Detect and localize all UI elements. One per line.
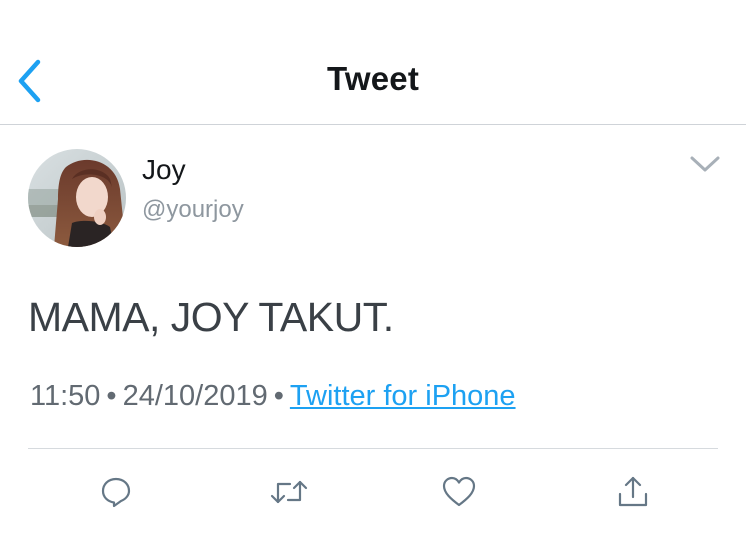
meta-separator: • [273,380,284,412]
tweet-text: MAMA, JOY TAKUT. [28,294,394,340]
divider [28,448,718,449]
nav-header: Tweet [0,0,746,125]
comment-icon [101,477,131,508]
chevron-down-icon [690,156,720,172]
like-button[interactable] [437,470,481,514]
avatar-photo [28,149,126,247]
tweet-meta: 11:50 • 24/10/2019 • Twitter for iPhone [30,380,516,413]
tweet-date: 24/10/2019 [122,380,268,412]
tweet-detail-screen: Tweet Joy @yourjoy MAMA, JOY TAKUT. 11:5… [0,0,746,535]
more-options-button[interactable] [686,150,724,178]
avatar[interactable] [28,149,126,247]
retweet-button[interactable] [267,470,311,514]
author-handle[interactable]: @yourjoy [142,196,244,224]
author-name[interactable]: Joy [142,154,186,186]
reply-button[interactable] [94,470,138,514]
meta-separator: • [106,380,117,412]
share-icon [618,476,648,507]
tweet-time: 11:50 [30,380,101,412]
heart-icon [442,476,476,507]
tweet-source-link[interactable]: Twitter for iPhone [290,380,516,412]
page-title: Tweet [326,60,420,97]
share-button[interactable] [611,470,655,514]
retweet-icon [270,480,308,504]
